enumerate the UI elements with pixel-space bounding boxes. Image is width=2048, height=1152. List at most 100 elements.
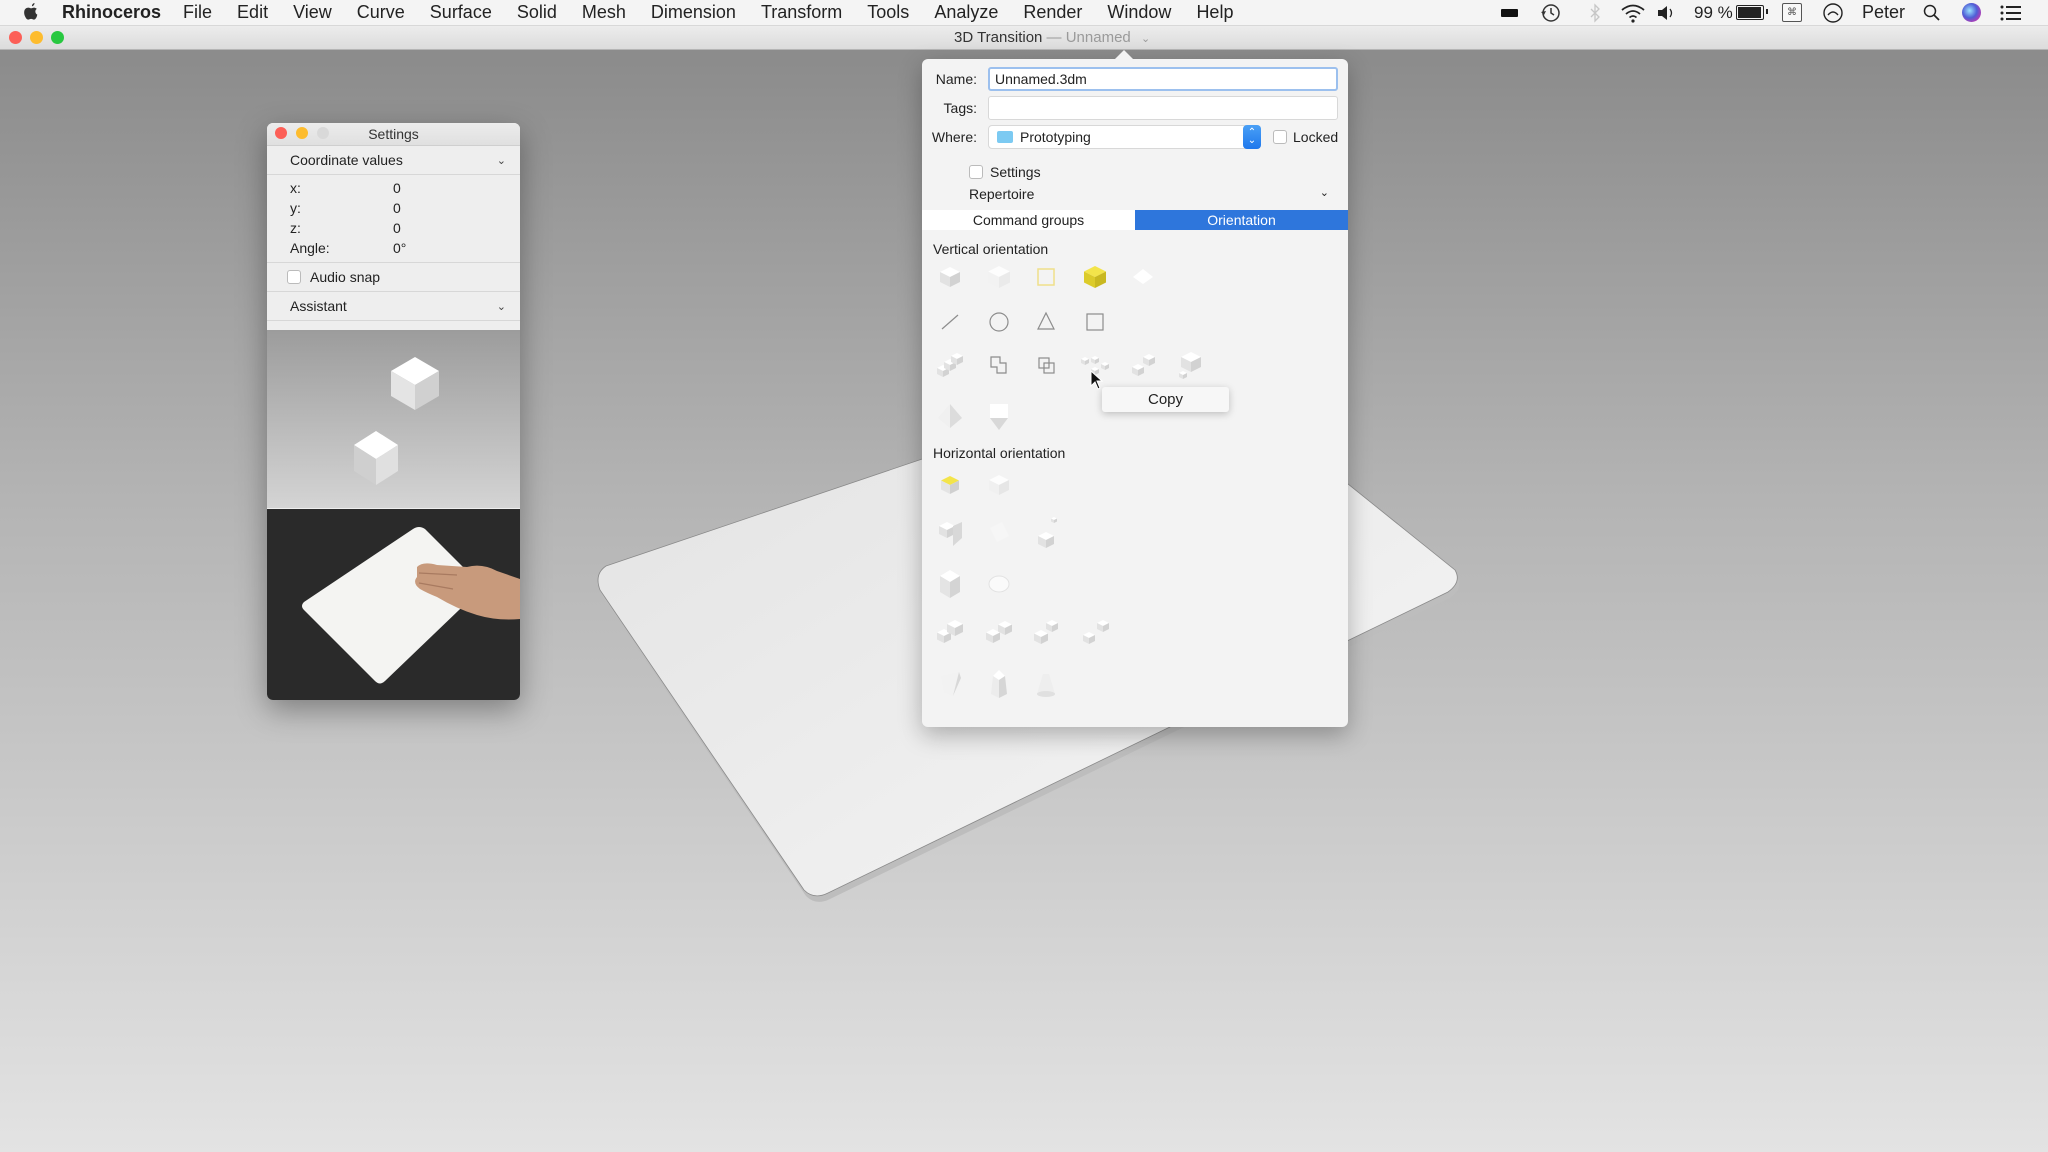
tile-yellow-icon[interactable]: [941, 476, 959, 494]
coordinates-list: x: 0 y: 0 z: 0 Angle: 0°: [267, 175, 520, 263]
wedge-icon[interactable]: [941, 672, 961, 696]
coord-label: y:: [290, 200, 301, 216]
menu-solid[interactable]: Solid: [517, 2, 557, 23]
coord-label: x:: [290, 180, 301, 196]
volume-icon[interactable]: [1656, 0, 1676, 25]
cube-small-pair-icon[interactable]: [1038, 517, 1057, 548]
cube-split-icon[interactable]: [939, 522, 962, 546]
assistant-preview-cubes: [267, 330, 520, 508]
coord-row-x: x: 0: [267, 178, 520, 198]
cube-cross-icon[interactable]: [1034, 620, 1058, 644]
cube-front-icon[interactable]: [988, 266, 1010, 288]
document-name: 3D Transition: [954, 29, 1043, 46]
coordinate-values-section: Coordinate values ⌄: [267, 146, 520, 175]
coord-value: 0: [393, 220, 401, 236]
menu-dimension[interactable]: Dimension: [651, 2, 736, 23]
coord-value: 0°: [393, 240, 407, 256]
user-name[interactable]: Peter: [1862, 0, 1905, 25]
cube-diagonal-icon[interactable]: [1083, 620, 1109, 644]
square-icon[interactable]: [1086, 313, 1104, 331]
context-menu: Copy: [1102, 387, 1229, 412]
menu-render[interactable]: Render: [1023, 2, 1082, 23]
menu-mesh[interactable]: Mesh: [582, 2, 626, 23]
two-cubes-icon[interactable]: [1132, 354, 1155, 376]
battery-icon[interactable]: [1736, 0, 1768, 25]
pyramid-icon[interactable]: [938, 404, 962, 428]
menu-view[interactable]: View: [293, 2, 332, 23]
tall-cube-icon[interactable]: [940, 570, 960, 598]
menu-edit[interactable]: Edit: [237, 2, 268, 23]
menu-tools[interactable]: Tools: [867, 2, 909, 23]
coord-row-angle: Angle: 0°: [267, 238, 520, 258]
coord-label: z:: [290, 220, 301, 236]
audio-snap-label[interactable]: Audio snap: [310, 269, 380, 285]
cube-row-icon[interactable]: [937, 353, 963, 377]
assistant-header[interactable]: Assistant ⌄: [267, 292, 520, 320]
coord-row-z: z: 0: [267, 218, 520, 238]
settings-title: Settings: [368, 126, 419, 142]
chevron-down-icon[interactable]: ⌄: [1141, 33, 1150, 45]
assistant-label: Assistant: [290, 298, 347, 314]
cube-tilt-icon[interactable]: [990, 522, 1009, 542]
cone-icon[interactable]: [1037, 674, 1055, 697]
chevron-down-icon[interactable]: ⌄: [497, 154, 506, 167]
audio-snap-row: Audio snap: [267, 263, 520, 292]
menu-file[interactable]: File: [183, 2, 212, 23]
control-list-icon[interactable]: [2000, 0, 2022, 25]
coord-label: Angle:: [290, 240, 330, 256]
cube-icon: [354, 431, 398, 485]
apple-icon[interactable]: [22, 2, 40, 22]
menu-app-rhinoceros[interactable]: Rhinoceros: [62, 2, 161, 23]
menu-surface[interactable]: Surface: [430, 2, 492, 23]
document-title[interactable]: 3D Transition — Unnamed ⌄: [954, 29, 1150, 46]
title-separator: —: [1046, 29, 1062, 46]
siri-icon[interactable]: [1962, 0, 1981, 25]
menu-bar: Rhinoceros File Edit View Curve Surface …: [0, 0, 2048, 26]
menu-curve[interactable]: Curve: [357, 2, 405, 23]
menu-help[interactable]: Help: [1196, 2, 1233, 23]
context-menu-copy[interactable]: Copy: [1148, 391, 1183, 408]
tapered-box-icon[interactable]: [991, 670, 1007, 698]
menu-analyze[interactable]: Analyze: [934, 2, 998, 23]
spotlight-icon[interactable]: [1923, 0, 1941, 25]
coord-value: 0: [393, 200, 401, 216]
keyboard-viewer-icon[interactable]: ⌘: [1782, 0, 1802, 25]
intersect-icon[interactable]: [1038, 357, 1055, 374]
union-icon[interactable]: [990, 356, 1007, 374]
settings-title-bar[interactable]: Settings: [267, 123, 520, 146]
stacked-cubes-icon[interactable]: [1179, 352, 1201, 379]
cube-icon: [391, 357, 439, 410]
cube-pair-linked-icon[interactable]: [986, 621, 1012, 643]
menu-window[interactable]: Window: [1107, 2, 1171, 23]
audio-snap-checkbox[interactable]: [287, 270, 301, 284]
cube-yellow-icon[interactable]: [1084, 266, 1106, 288]
flat-tile-icon[interactable]: [1133, 269, 1153, 284]
settings-window: Settings Coordinate values ⌄ x: 0 y: 0 z: 0…: [267, 123, 520, 700]
cube-soft-icon[interactable]: [989, 475, 1009, 495]
coord-row-y: y: 0: [267, 198, 520, 218]
square-outline-yellow-icon[interactable]: [1037, 268, 1055, 286]
zoom-button[interactable]: [51, 31, 64, 44]
cube-pair-icon[interactable]: [937, 620, 963, 643]
display-icon[interactable]: [1501, 0, 1518, 25]
coordinate-values-header[interactable]: Coordinate values ⌄: [267, 146, 520, 174]
triangle-icon[interactable]: [1037, 311, 1055, 330]
assistant-preview-video[interactable]: [267, 509, 520, 700]
window-title-bar: 3D Transition — Unnamed ⌄: [0, 26, 2048, 50]
line-icon[interactable]: [941, 314, 959, 330]
bluetooth-icon[interactable]: [1589, 0, 1601, 25]
minimize-button[interactable]: [30, 31, 43, 44]
chevron-down-icon[interactable]: ⌄: [497, 300, 506, 313]
sphere-icon[interactable]: [988, 575, 1010, 593]
battery-percent: 99 %: [1694, 2, 1733, 22]
prism-icon[interactable]: [990, 404, 1008, 430]
document-subtitle: Unnamed: [1065, 29, 1131, 46]
close-button[interactable]: [9, 31, 22, 44]
time-machine-icon[interactable]: [1540, 0, 1562, 25]
coordinate-values-label: Coordinate values: [290, 152, 403, 168]
menu-transform[interactable]: Transform: [761, 2, 842, 23]
wifi-icon[interactable]: [1620, 0, 1646, 25]
notification-icon[interactable]: [1822, 0, 1844, 25]
circle-icon[interactable]: [989, 312, 1009, 332]
cube-icon[interactable]: [940, 267, 960, 287]
